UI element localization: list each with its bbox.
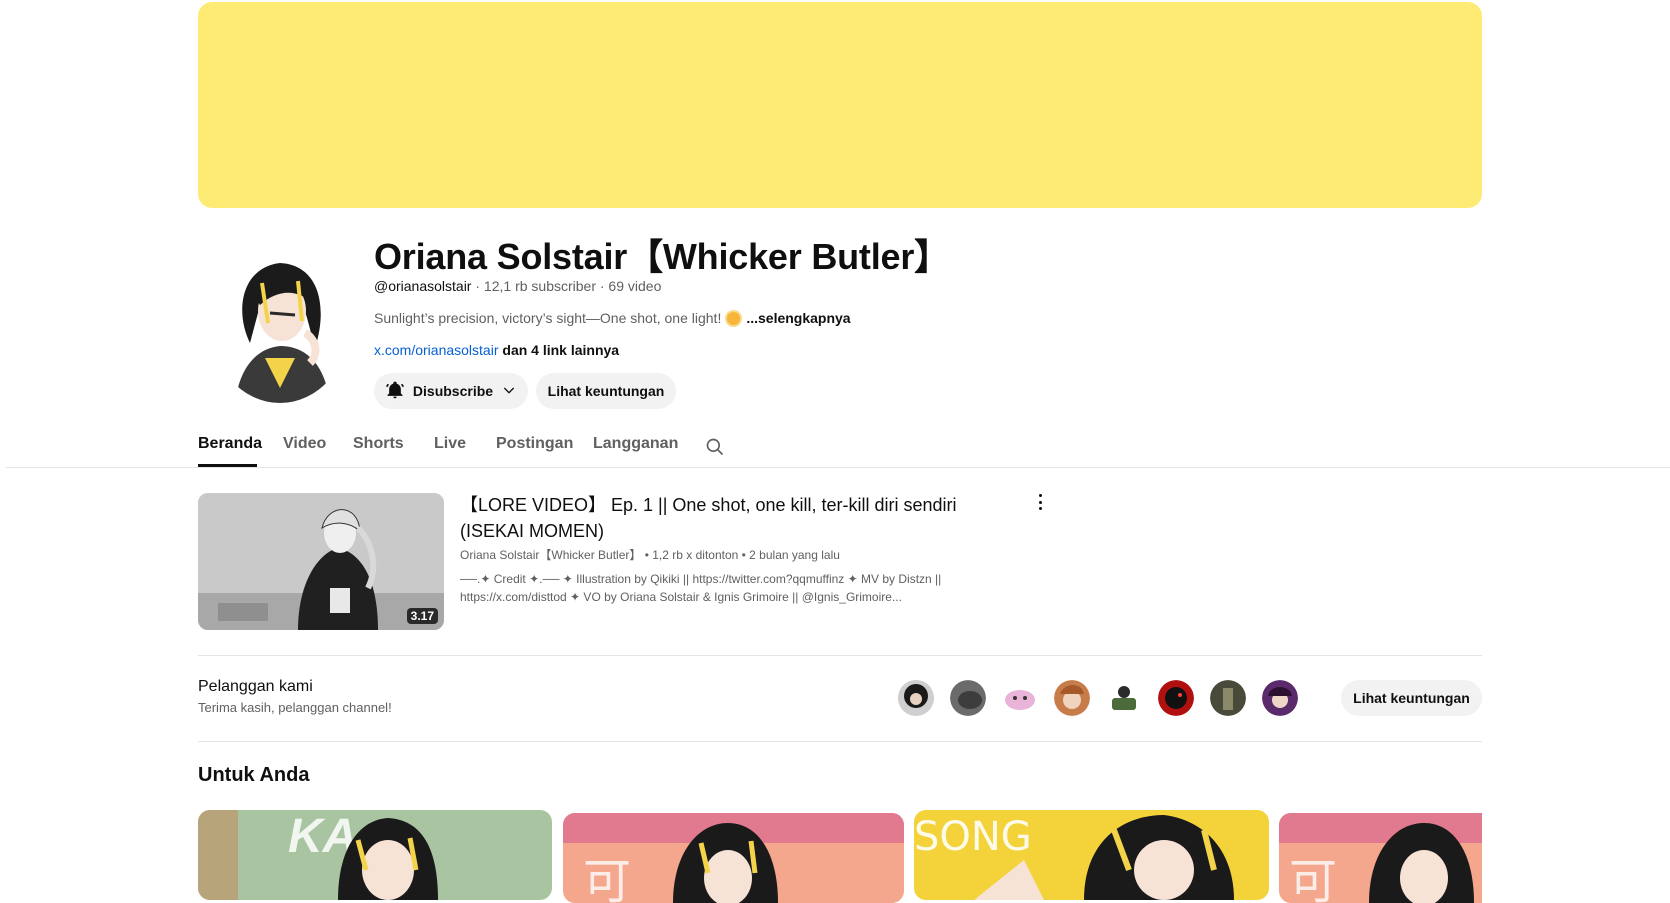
channel-description-row[interactable]: Sunlight’s precision, victory’s sight—On… (374, 310, 851, 326)
video-card-thumbnail[interactable]: SONG (914, 810, 1269, 900)
svg-text:可: 可 (583, 854, 631, 903)
member-avatar[interactable] (950, 680, 986, 716)
show-more-link[interactable]: ...selengkapnya (746, 310, 850, 326)
channel-links: x.com/orianasolstair dan 4 link lainnya (374, 342, 619, 358)
chevron-down-icon (501, 382, 517, 401)
tab-live[interactable]: Live (434, 435, 466, 453)
channel-avatar[interactable] (210, 243, 350, 403)
channel-meta: @orianasolstair · 12,1 rb subscriber · 6… (374, 278, 661, 294)
members-subtitle: Terima kasih, pelanggan channel! (198, 700, 392, 715)
featured-video-meta: Oriana Solstair【Whicker Butler】 • 1,2 rb… (460, 548, 840, 562)
more-links[interactable]: dan 4 link lainnya (499, 342, 619, 358)
channel-banner (198, 2, 1482, 208)
channel-handle: @orianasolstair (374, 278, 472, 294)
search-icon[interactable] (705, 437, 725, 462)
channel-link[interactable]: x.com/orianasolstair (374, 342, 499, 358)
featured-video-title[interactable]: 【LORE VIDEO】 Ep. 1 || One shot, one kill… (460, 492, 1000, 544)
bell-icon (385, 380, 405, 403)
video-card-thumbnail[interactable]: KA (198, 810, 552, 900)
tab-home[interactable]: Beranda (198, 435, 262, 453)
more-vert-icon[interactable] (1034, 492, 1046, 512)
tab-memberships[interactable]: Langganan (593, 435, 678, 453)
featured-video-thumbnail[interactable]: 3.17 (198, 493, 444, 630)
tab-videos[interactable]: Video (283, 435, 326, 453)
sun-emoji-icon (727, 311, 741, 325)
channel-name: Oriana Solstair【Whicker Butler】 (374, 236, 950, 277)
members-title: Pelanggan kami (198, 678, 313, 695)
view-perks-button[interactable]: Lihat keuntungan (536, 373, 676, 409)
subscribed-button[interactable]: Disubscribe (374, 373, 528, 409)
member-avatar[interactable] (1158, 680, 1194, 716)
svg-text:SONG: SONG (914, 814, 1032, 860)
member-avatar[interactable] (1002, 680, 1038, 716)
for-you-title: Untuk Anda (198, 764, 310, 786)
member-avatar[interactable] (1210, 680, 1246, 716)
video-card-thumbnail[interactable]: 可 (563, 813, 904, 903)
featured-video-description: ──.✦ Credit ✦.── ✦ Illustration by Qikik… (460, 572, 942, 604)
section-divider (198, 741, 1482, 742)
channel-description: Sunlight’s precision, victory’s sight—On… (374, 310, 722, 326)
member-avatar[interactable] (1262, 680, 1298, 716)
channel-stats: · 12,1 rb subscriber · 69 video (471, 278, 662, 294)
tabs-divider (6, 467, 1670, 468)
tab-shorts[interactable]: Shorts (353, 435, 404, 453)
member-avatar[interactable] (1054, 680, 1090, 716)
video-duration: 3.17 (406, 608, 438, 624)
svg-text:可: 可 (1289, 854, 1337, 903)
member-avatar[interactable] (898, 680, 934, 716)
subscribed-label: Disubscribe (412, 383, 494, 399)
tab-posts[interactable]: Postingan (496, 435, 573, 453)
member-avatar[interactable] (1106, 680, 1142, 716)
view-perks-button-members[interactable]: Lihat keuntungan (1341, 680, 1482, 716)
section-divider (198, 655, 1482, 656)
video-card-thumbnail[interactable]: 可 (1279, 813, 1482, 903)
